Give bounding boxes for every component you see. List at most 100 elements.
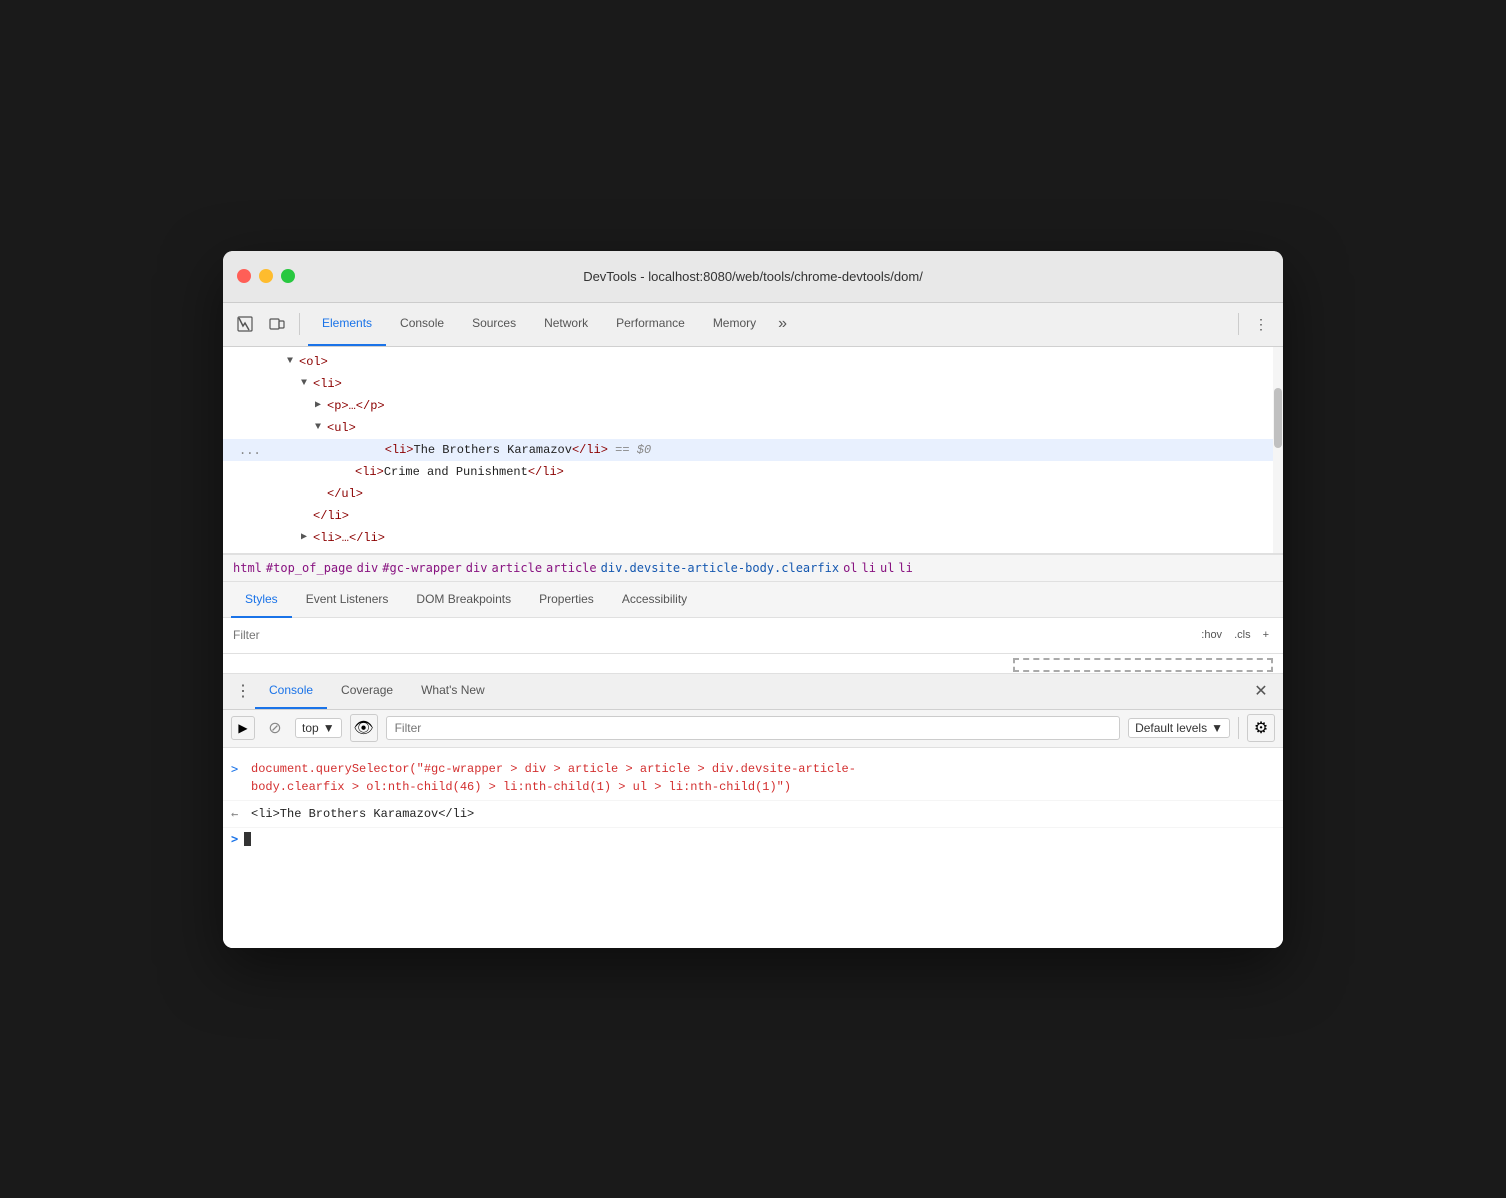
dom-line: ▶ <li>…</li> [223,527,1283,549]
tag: <ul> [327,419,356,437]
cls-button[interactable]: .cls [1230,627,1255,643]
log-levels-selector[interactable]: Default levels ▼ [1128,718,1230,738]
elements-panel: ▼ <ol> ▼ <li> ▶ <p>…</p> ▼ <ul> ... <li>… [223,347,1283,554]
tag: </ul> [327,485,363,503]
eye-icon: 👁 [353,718,373,738]
dom-toggle[interactable]: ▶ [315,397,327,415]
drawer-tab-console[interactable]: Console [255,673,327,709]
dom-line: ▼ <ol> [223,351,1283,373]
inspect-icon[interactable] [231,310,259,338]
scrollbar-thumb[interactable] [1274,388,1282,448]
eye-button[interactable]: 👁 [350,714,378,742]
filter-input[interactable] [233,628,1189,642]
breadcrumb-div-class[interactable]: div.devsite-article-body.clearfix [601,561,839,575]
more-options-icon[interactable]: ⋮ [1247,310,1275,338]
add-style-button[interactable]: + [1259,627,1273,643]
dom-line: ▼ <ul> [223,417,1283,439]
dropdown-arrow-icon: ▼ [323,721,335,735]
tag: <p>…</p> [327,397,385,415]
block-requests-button[interactable]: ⊘ [263,716,287,740]
dom-line: ▶ <p>…</p> [223,395,1283,417]
sub-tab-accessibility[interactable]: Accessibility [608,582,701,618]
console-input-text: document.querySelector("#gc-wrapper > di… [251,760,856,796]
output-arrow: ← [231,805,245,823]
device-icon[interactable] [263,310,291,338]
tag: </li> [572,441,608,459]
console-settings-button[interactable]: ⚙ [1247,714,1275,742]
dom-line-highlighted[interactable]: ... <li>The Brothers Karamazov</li> == $… [223,439,1283,461]
gear-icon: ⚙ [1254,718,1268,738]
scrollbar[interactable] [1273,347,1283,553]
drawer-close-button[interactable]: ✕ [1247,677,1275,705]
breadcrumb-top-of-page[interactable]: #top_of_page [266,561,353,575]
breadcrumb-gc-wrapper[interactable]: #gc-wrapper [382,561,461,575]
more-tabs-button[interactable]: » [770,302,795,346]
console-entry-output: ← <li>The Brothers Karamazov</li> [223,801,1283,828]
tag: </li> [528,463,564,481]
breadcrumb-ul[interactable]: ul [880,561,894,575]
dom-toggle[interactable]: ▼ [315,419,327,437]
separator [1238,717,1239,739]
console-output-text: <li>The Brothers Karamazov</li> [251,805,474,823]
tag: <li>…</li> [313,529,385,547]
sub-tab-event-listeners[interactable]: Event Listeners [292,582,403,618]
separator2 [1238,313,1239,335]
toolbar-end: ⋮ [1234,310,1275,338]
sub-tab-styles[interactable]: Styles [231,582,292,618]
tab-sources[interactable]: Sources [458,302,530,346]
close-button[interactable] [237,269,251,283]
input-arrow[interactable]: > [231,760,245,778]
sub-tab-dom-breakpoints[interactable]: DOM Breakpoints [402,582,525,618]
dom-line: </li> [223,505,1283,527]
tab-network[interactable]: Network [530,302,602,346]
hov-button[interactable]: :hov [1197,627,1226,643]
sub-tab-properties[interactable]: Properties [525,582,608,618]
context-selector[interactable]: top ▼ [295,718,342,738]
dom-toggle[interactable]: ▼ [287,353,299,371]
tag: </li> [313,507,349,525]
tag: <li> [313,375,342,393]
levels-arrow-icon: ▼ [1211,721,1223,735]
traffic-lights [237,269,295,283]
tab-performance[interactable]: Performance [602,302,699,346]
console-content: > document.querySelector("#gc-wrapper > … [223,748,1283,948]
drawer-tab-whats-new[interactable]: What's New [407,673,499,709]
dom-toggle[interactable]: ▶ [301,529,313,547]
filter-buttons: :hov .cls + [1197,627,1273,643]
tab-memory[interactable]: Memory [699,302,770,346]
maximize-button[interactable] [281,269,295,283]
dom-toggle[interactable]: ▼ [301,375,313,393]
ellipsis: ... [231,441,261,459]
devtools-window: DevTools - localhost:8080/web/tools/chro… [223,251,1283,948]
breadcrumb-html[interactable]: html [233,561,262,575]
tab-bar: Elements Console Sources Network Perform… [308,302,1230,346]
tab-elements[interactable]: Elements [308,302,386,346]
console-prompt: > [223,828,1283,850]
tab-console[interactable]: Console [386,302,458,346]
tag: <ol> [299,353,328,371]
dom-line: ▼ <li> [223,373,1283,395]
tag: <li> [355,463,384,481]
main-toolbar: Elements Console Sources Network Perform… [223,303,1283,347]
dashed-border [1013,658,1273,672]
console-drawer: ⋮ Console Coverage What's New ✕ ▶ ⊘ top … [223,674,1283,948]
breadcrumb-li[interactable]: li [862,561,876,575]
sub-tab-bar: Styles Event Listeners DOM Breakpoints P… [223,582,1283,618]
console-tab-bar: ⋮ Console Coverage What's New ✕ [223,674,1283,710]
cursor[interactable] [244,832,251,846]
breadcrumb-ol[interactable]: ol [843,561,857,575]
drawer-more-button[interactable]: ⋮ [231,679,255,703]
text-content: The Brothers Karamazov [414,441,572,459]
titlebar: DevTools - localhost:8080/web/tools/chro… [223,251,1283,303]
clear-console-button[interactable]: ▶ [231,716,255,740]
console-filter-input[interactable] [386,716,1120,740]
context-label: top [302,721,319,735]
breadcrumb-div[interactable]: div [357,561,379,575]
breadcrumb-article[interactable]: article [491,561,542,575]
breadcrumb-div2[interactable]: div [466,561,488,575]
console-entry-input: > document.querySelector("#gc-wrapper > … [223,756,1283,801]
drawer-tab-coverage[interactable]: Coverage [327,673,407,709]
breadcrumb-li2[interactable]: li [898,561,912,575]
breadcrumb-article2[interactable]: article [546,561,597,575]
minimize-button[interactable] [259,269,273,283]
